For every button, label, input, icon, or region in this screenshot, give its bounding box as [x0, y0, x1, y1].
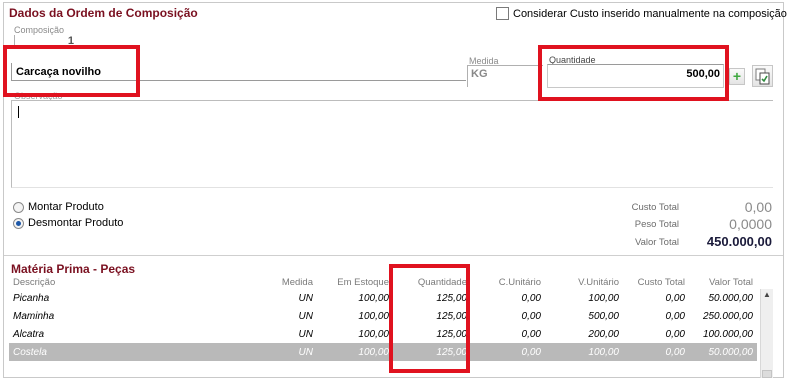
plus-icon: +	[732, 68, 742, 84]
desmontar-produto-option[interactable]: Desmontar Produto	[13, 217, 123, 229]
cell-valor-total: 250.000,00	[702, 310, 753, 322]
cell-medida: UN	[221, 343, 317, 361]
section-divider	[4, 255, 783, 256]
manual-cost-option[interactable]: Considerar Custo inserido manualmente na…	[496, 7, 787, 20]
section-title-materia-prima: Matéria Prima - Peças	[11, 262, 136, 276]
cell-valor-total: 50.000,00	[708, 292, 754, 304]
montar-produto-option[interactable]: Montar Produto	[13, 201, 104, 213]
cell-em-estoque: 100,00	[358, 292, 389, 304]
cell-descricao: Picanha	[13, 292, 50, 304]
materia-prima-grid: Descrição Medida Em Estoque Quantidade C…	[9, 276, 757, 361]
cell-custo-total: 0,00	[665, 310, 685, 322]
scroll-up-arrow-icon[interactable]: ▲	[761, 289, 773, 301]
table-row[interactable]: Maminha UN 100,00 125,00 0,00 500,00 0,0…	[9, 307, 757, 325]
scroll-thumb[interactable]	[762, 370, 772, 378]
montar-radio[interactable]	[13, 201, 24, 213]
cell-c-unitario: 0,00	[521, 328, 541, 340]
peso-total-label: Peso Total	[634, 219, 679, 230]
grid-scrollbar[interactable]: ▲	[760, 289, 773, 378]
valor-total-value: 450.000,00	[706, 234, 772, 249]
col-custo-total[interactable]: Custo Total	[623, 276, 689, 289]
cell-v-unitario: 100,00	[588, 292, 619, 304]
cell-em-estoque: 100,00	[317, 343, 393, 361]
add-button[interactable]: +	[729, 68, 745, 85]
col-v-unitario[interactable]: V.Unitário	[545, 276, 623, 289]
cell-custo-total: 0,00	[665, 328, 685, 340]
text-cursor	[18, 106, 19, 118]
cell-v-unitario: 500,00	[588, 310, 619, 322]
manual-cost-checkbox[interactable]	[496, 7, 509, 20]
copy-document-icon	[755, 68, 770, 85]
table-row[interactable]: Alcatra UN 100,00 125,00 0,00 200,00 0,0…	[9, 325, 757, 343]
table-row-selected[interactable]: Costela UN 100,00 125,00 0,00 100,00 0,0…	[9, 343, 757, 361]
cell-v-unitario: 100,00	[545, 343, 623, 361]
col-c-unitario[interactable]: C.Unitário	[471, 276, 545, 289]
cell-custo-total: 0,00	[623, 343, 689, 361]
col-descricao[interactable]: Descrição	[9, 276, 221, 289]
custo-total-label: Custo Total	[631, 202, 679, 213]
cell-valor-total: 50.000,00	[689, 343, 757, 361]
cell-custo-total: 0,00	[665, 292, 685, 304]
col-medida[interactable]: Medida	[221, 276, 317, 289]
cell-medida: UN	[298, 292, 313, 304]
cell-em-estoque: 100,00	[358, 310, 389, 322]
cell-v-unitario: 200,00	[588, 328, 619, 340]
cell-medida: UN	[298, 310, 313, 322]
table-row[interactable]: Picanha UN 100,00 125,00 0,00 100,00 0,0…	[9, 289, 757, 307]
col-valor-total[interactable]: Valor Total	[689, 276, 757, 289]
observacao-textarea[interactable]	[11, 100, 773, 188]
composicao-label: Composição	[14, 25, 65, 35]
peso-total-value: 0,0000	[729, 216, 772, 232]
desmontar-radio[interactable]	[13, 217, 24, 229]
cell-descricao: Maminha	[13, 310, 55, 322]
col-em-estoque[interactable]: Em Estoque	[317, 276, 393, 289]
cell-em-estoque: 100,00	[358, 328, 389, 340]
montar-label: Montar Produto	[28, 201, 104, 213]
valor-total-label: Valor Total	[634, 237, 679, 248]
section-title-dados: Dados da Ordem de Composição	[9, 6, 198, 20]
cell-c-unitario: 0,00	[521, 292, 541, 304]
cell-c-unitario: 0,00	[521, 310, 541, 322]
cell-valor-total: 100.000,00	[702, 328, 753, 340]
medida-field: KG	[467, 65, 543, 87]
highlight-product-name	[3, 45, 140, 97]
cell-descricao: Alcatra	[13, 328, 45, 340]
cell-descricao: Costela	[9, 343, 221, 361]
copy-button[interactable]	[752, 65, 773, 87]
desmontar-label: Desmontar Produto	[28, 217, 124, 229]
cell-c-unitario: 0,00	[471, 343, 545, 361]
manual-cost-label: Considerar Custo inserido manualmente na…	[513, 7, 787, 20]
custo-total-value: 0,00	[744, 199, 772, 215]
cell-medida: UN	[298, 328, 313, 340]
grid-header: Descrição Medida Em Estoque Quantidade C…	[9, 276, 757, 289]
highlight-quantidade	[538, 45, 729, 101]
highlight-quantidade-column	[389, 264, 470, 373]
